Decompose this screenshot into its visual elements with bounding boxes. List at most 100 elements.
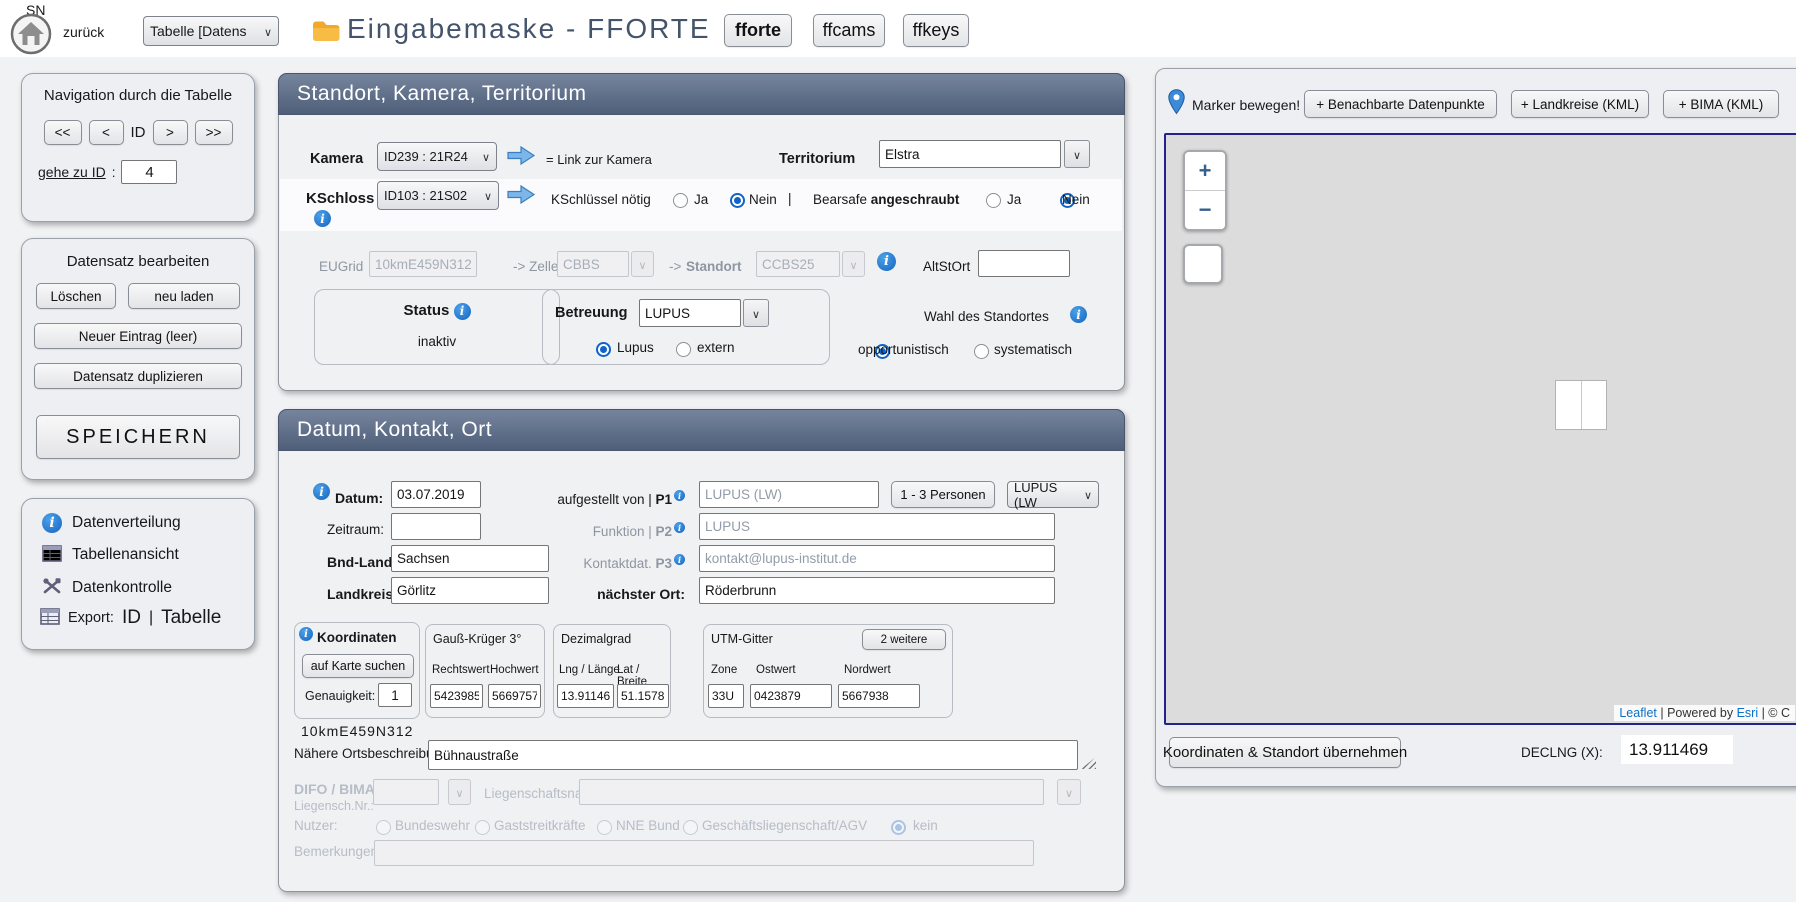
reload-button[interactable]: neu laden <box>128 283 240 309</box>
next-record-button[interactable]: > <box>153 120 188 145</box>
genauigkeit-input[interactable] <box>378 683 412 707</box>
info-icon[interactable]: i <box>313 483 330 500</box>
zoom-out-button[interactable]: − <box>1185 191 1225 229</box>
ort-input[interactable] <box>699 577 1055 604</box>
table-select[interactable]: Tabelle [Datens <box>143 16 279 46</box>
nav-panel: Navigation durch die Tabelle << < ID > >… <box>21 73 255 222</box>
benachbarte-datenpunkte-button[interactable]: + Benachbarte Datenpunkte <box>1304 90 1497 118</box>
nordwert-input[interactable] <box>838 684 920 708</box>
genauigkeit-label: Genauigkeit: <box>305 689 375 703</box>
bearsafe-ja-radio[interactable] <box>986 193 1001 208</box>
resize-handle[interactable] <box>1081 757 1096 769</box>
zoom-in-button[interactable]: + <box>1185 152 1225 191</box>
p3-label: Kontaktdat. P3i <box>485 554 685 571</box>
duplicate-button[interactable]: Datensatz duplizieren <box>34 363 242 389</box>
betreuung-extern-label: extern <box>697 340 735 355</box>
info-icon[interactable]: i <box>877 252 896 271</box>
map-layers-button[interactable] <box>1183 244 1223 284</box>
weitere-button[interactable]: 2 weitere <box>862 629 946 650</box>
standort-dropdown-button <box>842 251 865 277</box>
link-tabellenansicht[interactable]: Tabellenansicht <box>42 545 179 565</box>
p1-input[interactable] <box>699 481 879 508</box>
prev-record-button[interactable]: < <box>89 120 124 145</box>
app-tab-fforte[interactable]: fforte <box>724 14 792 47</box>
kschloss-select[interactable]: ID103 : 21S02 <box>377 181 499 210</box>
save-button[interactable]: SPEICHERN <box>36 415 240 459</box>
link-datenverteilung[interactable]: i Datenverteilung <box>42 513 181 533</box>
landkreise-kml-button[interactable]: + Landkreise (KML) <box>1511 90 1649 118</box>
delete-button[interactable]: Löschen <box>36 283 116 309</box>
utm-title: UTM-Gitter <box>711 632 773 646</box>
betreuung-input[interactable] <box>639 299 741 327</box>
camera-link-arrow-icon[interactable] <box>506 145 536 169</box>
ostwert-input[interactable] <box>750 684 832 708</box>
nutzer-gaststreitkraefte-label: Gaststreitkräfte <box>494 818 586 833</box>
zeitraum-input[interactable] <box>391 513 481 540</box>
kschloss-link-arrow-icon[interactable] <box>506 184 536 208</box>
info-icon: i <box>674 490 685 501</box>
p3-input[interactable] <box>699 545 1055 572</box>
kamera-select[interactable]: ID239 : 21R24 <box>377 142 497 171</box>
territorium-dropdown-button[interactable] <box>1064 140 1090 168</box>
info-icon[interactable]: i <box>454 303 471 320</box>
ortsbeschreibung-input[interactable] <box>428 740 1078 770</box>
nutzer-gaststreitkraefte-radio <box>475 820 490 835</box>
koordinaten-box: i Koordinaten auf Karte suchen Genauigke… <box>294 622 420 719</box>
separator: | <box>788 191 792 206</box>
bima-kml-button[interactable]: + BIMA (KML) <box>1663 90 1779 118</box>
link-datenkontrolle[interactable]: Datenkontrolle <box>42 577 172 598</box>
back-link[interactable]: zurück <box>63 24 104 40</box>
personen-button[interactable]: 1 - 3 Personen <box>891 481 995 508</box>
utm-box: UTM-Gitter 2 weitere Zone Ostwert Nordwe… <box>703 624 953 718</box>
dezimalgrad-title: Dezimalgrad <box>561 632 631 646</box>
export-separator: | <box>149 609 153 627</box>
difo-label: DIFO / BIMA <box>294 781 375 797</box>
info-icon[interactable]: i <box>1070 306 1087 323</box>
lng-input[interactable] <box>557 684 614 708</box>
esri-link[interactable]: Esri <box>1737 706 1759 720</box>
home-icon[interactable] <box>10 13 52 58</box>
datum-label: Datum: <box>335 490 383 506</box>
kschluessel-ja-radio[interactable] <box>673 193 688 208</box>
karte-suchen-button[interactable]: auf Karte suchen <box>302 654 414 678</box>
altstort-input[interactable] <box>978 250 1070 277</box>
new-entry-button[interactable]: Neuer Eintrag (leer) <box>34 323 242 349</box>
datum-input[interactable] <box>391 481 481 508</box>
app: SN zurück Tabelle [Datens Eingabemaske -… <box>0 0 1796 902</box>
p2-input[interactable] <box>699 513 1055 540</box>
map-canvas[interactable]: + − Leaflet | Powered by Esri | © C <box>1164 133 1796 725</box>
p1-select[interactable]: LUPUS (LW <box>1007 481 1099 508</box>
koordinaten-uebernehmen-button[interactable]: Koordinaten & Standort übernehmen <box>1169 737 1401 768</box>
export-table-link[interactable]: Tabelle <box>161 607 221 629</box>
app-tab-ffkeys[interactable]: ffkeys <box>903 14 969 47</box>
info-icon[interactable]: i <box>299 627 313 641</box>
territorium-input[interactable] <box>879 140 1061 168</box>
last-record-button[interactable]: >> <box>195 120 233 145</box>
liegenschaftsname-dropdown-button <box>1057 779 1081 805</box>
chevron-down-icon <box>752 306 760 321</box>
leaflet-link[interactable]: Leaflet <box>1619 706 1657 720</box>
betreuung-lupus-radio[interactable] <box>596 342 611 357</box>
table-icon <box>42 545 62 565</box>
nutzer-bundeswehr-radio <box>376 820 391 835</box>
betreuung-label: Betreuung <box>555 305 628 321</box>
liegensch-nr-input <box>373 779 439 805</box>
map-attribution: Leaflet | Powered by Esri | © C <box>1614 705 1795 721</box>
zone-input[interactable] <box>708 684 744 708</box>
first-record-button[interactable]: << <box>44 120 82 145</box>
goto-id-link[interactable]: gehe zu ID <box>38 164 106 180</box>
export-id-link[interactable]: ID <box>122 607 141 629</box>
hochwert-input[interactable] <box>488 684 541 708</box>
app-tab-ffcams[interactable]: ffcams <box>813 14 885 47</box>
lat-input[interactable] <box>617 684 669 708</box>
rechtswert-label: Rechtswert <box>432 664 490 676</box>
kschluessel-nein-radio[interactable] <box>730 193 745 208</box>
betreuung-dropdown-button[interactable] <box>743 299 769 327</box>
tools-icon <box>42 577 62 598</box>
goto-id-input[interactable] <box>121 160 177 184</box>
wahl-systematisch-radio[interactable] <box>974 344 989 359</box>
info-icon[interactable]: i <box>314 210 331 227</box>
betreuung-extern-radio[interactable] <box>676 342 691 357</box>
rechtswert-input[interactable] <box>430 684 483 708</box>
chevron-down-icon <box>484 188 492 203</box>
